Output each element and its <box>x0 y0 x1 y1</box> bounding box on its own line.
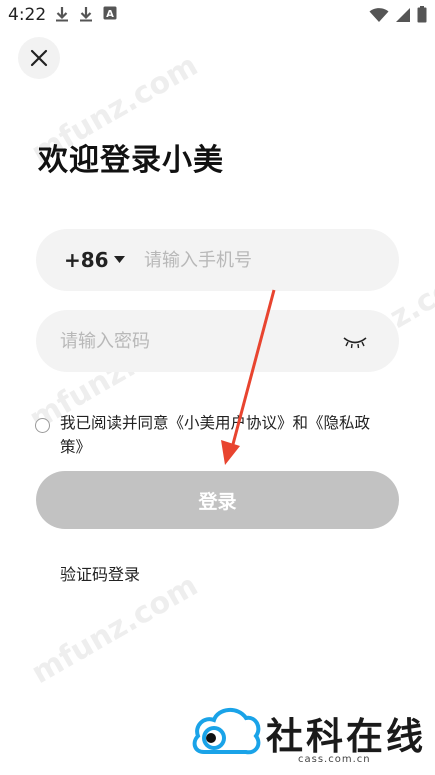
close-button[interactable] <box>18 37 60 79</box>
svg-text:A: A <box>106 9 114 20</box>
password-input[interactable] <box>60 324 330 358</box>
brand-name: 社科在线 <box>266 714 426 758</box>
brand-watermark: 社科在线 cass.com.cn <box>190 698 430 770</box>
page-title: 欢迎登录小美 <box>38 143 224 178</box>
phone-field: +86 <box>36 229 399 291</box>
notification-icons: A <box>55 6 117 22</box>
cloud-eye-logo-icon <box>192 708 261 755</box>
text-a-icon: A <box>103 6 117 20</box>
password-field <box>36 310 399 372</box>
status-bar: 4:22 A <box>0 0 435 30</box>
system-icons <box>369 6 427 23</box>
status-time: 4:22 <box>8 5 47 25</box>
signal-icon <box>396 7 410 22</box>
dropdown-triangle-icon[interactable] <box>114 256 125 263</box>
eye-closed-icon[interactable] <box>342 334 368 350</box>
download-icon <box>56 7 68 22</box>
country-code-selector[interactable]: +86 <box>64 248 109 272</box>
download-icon <box>80 7 92 22</box>
brand-domain: cass.com.cn <box>298 754 371 765</box>
agreement-text[interactable]: 我已阅读并同意《小美用户协议》和《隐私政策》 <box>60 411 385 459</box>
watermark: mfunz.com <box>25 567 204 692</box>
battery-icon <box>417 6 427 23</box>
agreement-checkbox[interactable] <box>35 418 50 433</box>
close-icon <box>30 49 48 67</box>
wifi-icon <box>369 7 389 22</box>
login-button[interactable]: 登录 <box>36 471 399 529</box>
phone-input[interactable] <box>144 243 384 277</box>
code-login-link[interactable]: 验证码登录 <box>60 561 140 585</box>
